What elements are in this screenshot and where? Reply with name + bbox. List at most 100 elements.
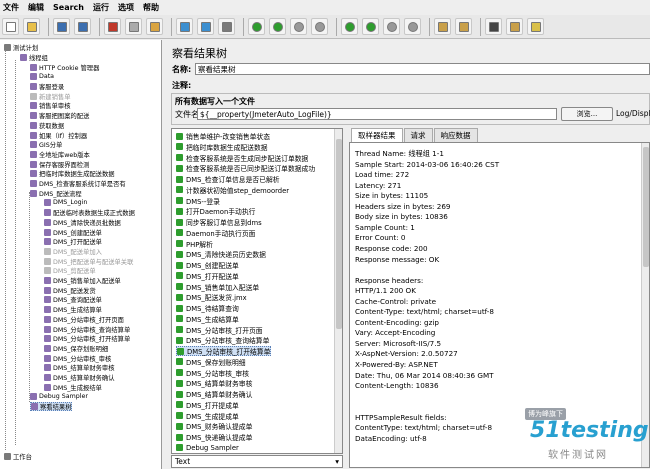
- tree-item[interactable]: 客服登录: [30, 82, 64, 92]
- result-item[interactable]: 计数器状初始值step_demoorder: [176, 185, 289, 195]
- result-item[interactable]: DMS_结算单财务审核: [176, 378, 252, 388]
- start-no-pause-button[interactable]: [269, 18, 286, 35]
- result-item[interactable]: DMS--登录: [176, 196, 220, 206]
- tree-item[interactable]: DMS_打开配送单: [44, 237, 102, 247]
- paste-button[interactable]: [146, 18, 163, 35]
- result-item[interactable]: DMS_创建配送单: [176, 260, 239, 270]
- tree-item[interactable]: DMS_配送发货: [44, 286, 96, 296]
- tree-item[interactable]: DMS_配送单加入: [44, 247, 102, 257]
- shutdown-button[interactable]: [311, 18, 328, 35]
- result-item[interactable]: DMS_生成提成单: [176, 411, 239, 421]
- tree-item[interactable]: GIS分单: [30, 140, 62, 150]
- cut-button[interactable]: [104, 18, 121, 35]
- result-item[interactable]: 检查客服系统是否已同步配送订单数据成功: [176, 163, 315, 173]
- reset-search-button[interactable]: [506, 18, 523, 35]
- menu-help[interactable]: 帮助: [143, 2, 159, 13]
- start-button[interactable]: [248, 18, 265, 35]
- tree-item[interactable]: DMS_Login: [44, 198, 87, 208]
- tree-item[interactable]: DMS_分站审核_查询结算单: [44, 324, 130, 334]
- name-input[interactable]: 察看结果树: [195, 63, 650, 75]
- save-as-button[interactable]: [74, 18, 91, 35]
- result-item[interactable]: DMS_打开配送单: [176, 271, 239, 281]
- result-item[interactable]: DMS_检查订单信息是否已解析: [176, 174, 280, 184]
- tree-item[interactable]: Data: [30, 72, 54, 82]
- stop-button[interactable]: [290, 18, 307, 35]
- tree-item[interactable]: Debug Sampler: [30, 392, 88, 402]
- result-item[interactable]: PHP解析: [176, 239, 213, 249]
- results-scrollbar[interactable]: [334, 129, 342, 453]
- tree-item[interactable]: DMS_分站审核_打开页面: [44, 315, 124, 325]
- toggle-button[interactable]: [218, 18, 235, 35]
- tree-item[interactable]: DMS_清除快递员批数据: [44, 218, 121, 228]
- result-item[interactable]: DMS_财务确认提成单: [176, 421, 252, 431]
- menu-options[interactable]: 选项: [118, 2, 134, 13]
- new-button[interactable]: [2, 18, 19, 35]
- result-item[interactable]: DMS_生成结算单: [176, 314, 239, 324]
- tree-item[interactable]: 获取数据: [30, 121, 64, 131]
- tree-item[interactable]: 察看结果树: [30, 401, 73, 412]
- tab-2[interactable]: 响应数据: [433, 128, 478, 142]
- tab-1[interactable]: 请求: [403, 128, 433, 142]
- tree-item[interactable]: DMS_分站审核_打开结算单: [44, 334, 130, 344]
- result-item[interactable]: DMS_分站审核_查询结算单: [176, 335, 269, 345]
- tree-item[interactable]: 新建销售单: [30, 92, 70, 102]
- tree-item[interactable]: DMS_保存划账明细: [44, 344, 108, 354]
- result-item[interactable]: DMS_清除快递员历史数据: [176, 249, 266, 259]
- remote-shutdown-button[interactable]: [404, 18, 421, 35]
- search-button[interactable]: [485, 18, 502, 35]
- tree-item[interactable]: DMS_配送流程: [30, 189, 82, 199]
- result-item[interactable]: DMS_快递确认提成单: [176, 432, 252, 442]
- result-item[interactable]: DMS_结算单财务确认: [176, 389, 252, 399]
- result-item[interactable]: 检查客服系统是否生成同步配送订单数据: [176, 153, 308, 163]
- tree-item[interactable]: HTTP Cookie 管理器: [30, 62, 99, 72]
- remote-start-all-button[interactable]: [362, 18, 379, 35]
- tab-0[interactable]: 取样器结果: [351, 128, 403, 142]
- tree-item[interactable]: DMS_把配送单与配送单关联: [44, 256, 133, 266]
- result-item[interactable]: DMS_分站审核_打开页面: [176, 325, 263, 335]
- tree-item[interactable]: DMS_创建配送单: [44, 227, 102, 237]
- result-item[interactable]: 把临时库数据生成配送数据: [176, 142, 268, 152]
- tree-item[interactable]: 测试计划: [4, 43, 38, 53]
- result-item[interactable]: 销售单维护-改变销售单状态: [176, 131, 270, 141]
- tree-item[interactable]: 全地址库web版本: [30, 150, 90, 160]
- tree-item[interactable]: DMS_销售单加入配送单: [44, 276, 121, 286]
- clear-all-button[interactable]: [455, 18, 472, 35]
- tree-item[interactable]: 把临时库数据生成配送数据: [30, 169, 115, 179]
- tree-item[interactable]: DMS_生成结算单: [44, 305, 102, 315]
- menu-edit[interactable]: 编辑: [28, 2, 44, 13]
- result-item[interactable]: DMS_分站审核_打开结算单: [176, 346, 272, 357]
- result-item[interactable]: DMS_销售单加入配送单: [176, 282, 259, 292]
- result-item[interactable]: Debug Sampler: [176, 443, 239, 453]
- result-item[interactable]: DMS_配送发货.jmx: [176, 292, 247, 302]
- function-helper-button[interactable]: [527, 18, 544, 35]
- filename-input[interactable]: ${__property(JmeterAuto_LogFile)}: [197, 108, 557, 120]
- tree-item[interactable]: DMS_检查客服系统订单是否有: [30, 179, 126, 189]
- result-item[interactable]: DMS_待结算查询: [176, 303, 239, 313]
- remote-stop-button[interactable]: [383, 18, 400, 35]
- tree-item[interactable]: 线程组: [20, 53, 48, 63]
- tree-item[interactable]: 如果（If）控制器: [30, 130, 87, 140]
- menu-run[interactable]: 运行: [93, 2, 109, 13]
- tree-item[interactable]: 客服把图案的配送: [30, 111, 89, 121]
- scrollbar-thumb[interactable]: [643, 147, 649, 267]
- open-button[interactable]: [23, 18, 40, 35]
- save-button[interactable]: [53, 18, 70, 35]
- menu-file[interactable]: 文件: [3, 2, 19, 13]
- tree-item[interactable]: DMS_剪配送单: [44, 266, 96, 276]
- tree-item[interactable]: 配送临时表数据生成正式数据: [44, 208, 135, 218]
- result-item[interactable]: DMS_保存划账明细: [176, 357, 246, 367]
- tree-item[interactable]: 保存客服界面检测: [30, 159, 89, 169]
- tree-item[interactable]: DMS_结算单财务审核: [44, 363, 115, 373]
- tree-item[interactable]: 销售单审核: [30, 101, 70, 111]
- tree-item[interactable]: DMS_查询配送单: [44, 295, 102, 305]
- menu-search[interactable]: Search: [53, 3, 84, 12]
- result-item[interactable]: 打开Daemon手动执行: [176, 206, 255, 216]
- clear-button[interactable]: [434, 18, 451, 35]
- expand-button[interactable]: [176, 18, 193, 35]
- collapse-button[interactable]: [197, 18, 214, 35]
- renderer-select[interactable]: Text ▾: [171, 455, 343, 468]
- copy-button[interactable]: [125, 18, 142, 35]
- tree-item[interactable]: DMS_结算单财务确认: [44, 373, 115, 383]
- result-item[interactable]: Daemon手动执行页面: [176, 228, 255, 238]
- tree-item[interactable]: 工作台: [4, 452, 32, 462]
